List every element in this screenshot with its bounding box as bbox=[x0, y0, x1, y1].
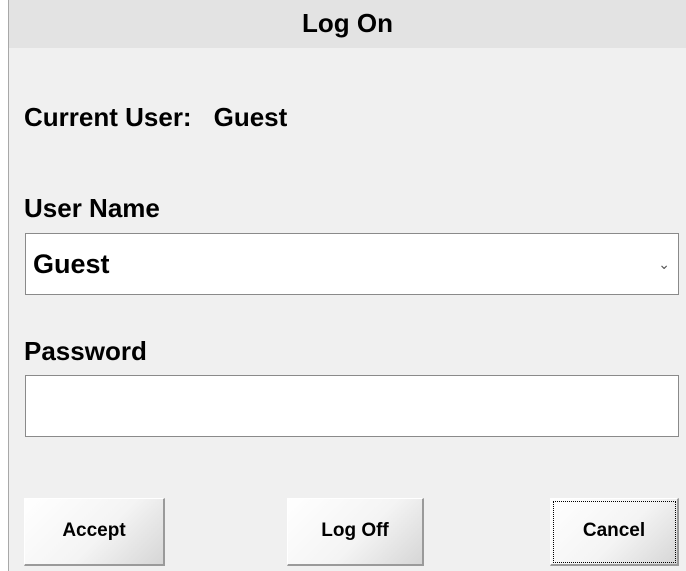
cancel-button[interactable]: Cancel bbox=[550, 498, 679, 566]
username-selected-value: Guest bbox=[33, 249, 110, 279]
current-user-row: Current User: Guest bbox=[24, 102, 287, 133]
log-off-button[interactable]: Log Off bbox=[287, 498, 424, 566]
username-label: User Name bbox=[24, 193, 160, 223]
password-label: Password bbox=[24, 336, 147, 366]
current-user-label: Current User: bbox=[24, 102, 192, 132]
logon-dialog: Log On Current User: Guest User Name Gues… bbox=[8, 0, 686, 571]
dialog-title: Log On bbox=[9, 0, 686, 48]
chevron-down-icon[interactable]: ⌄ bbox=[658, 234, 670, 294]
username-dropdown[interactable]: Guest ⌄ bbox=[25, 233, 679, 295]
current-user-value: Guest bbox=[213, 102, 288, 132]
accept-button[interactable]: Accept bbox=[24, 498, 165, 566]
password-field[interactable] bbox=[25, 375, 679, 437]
